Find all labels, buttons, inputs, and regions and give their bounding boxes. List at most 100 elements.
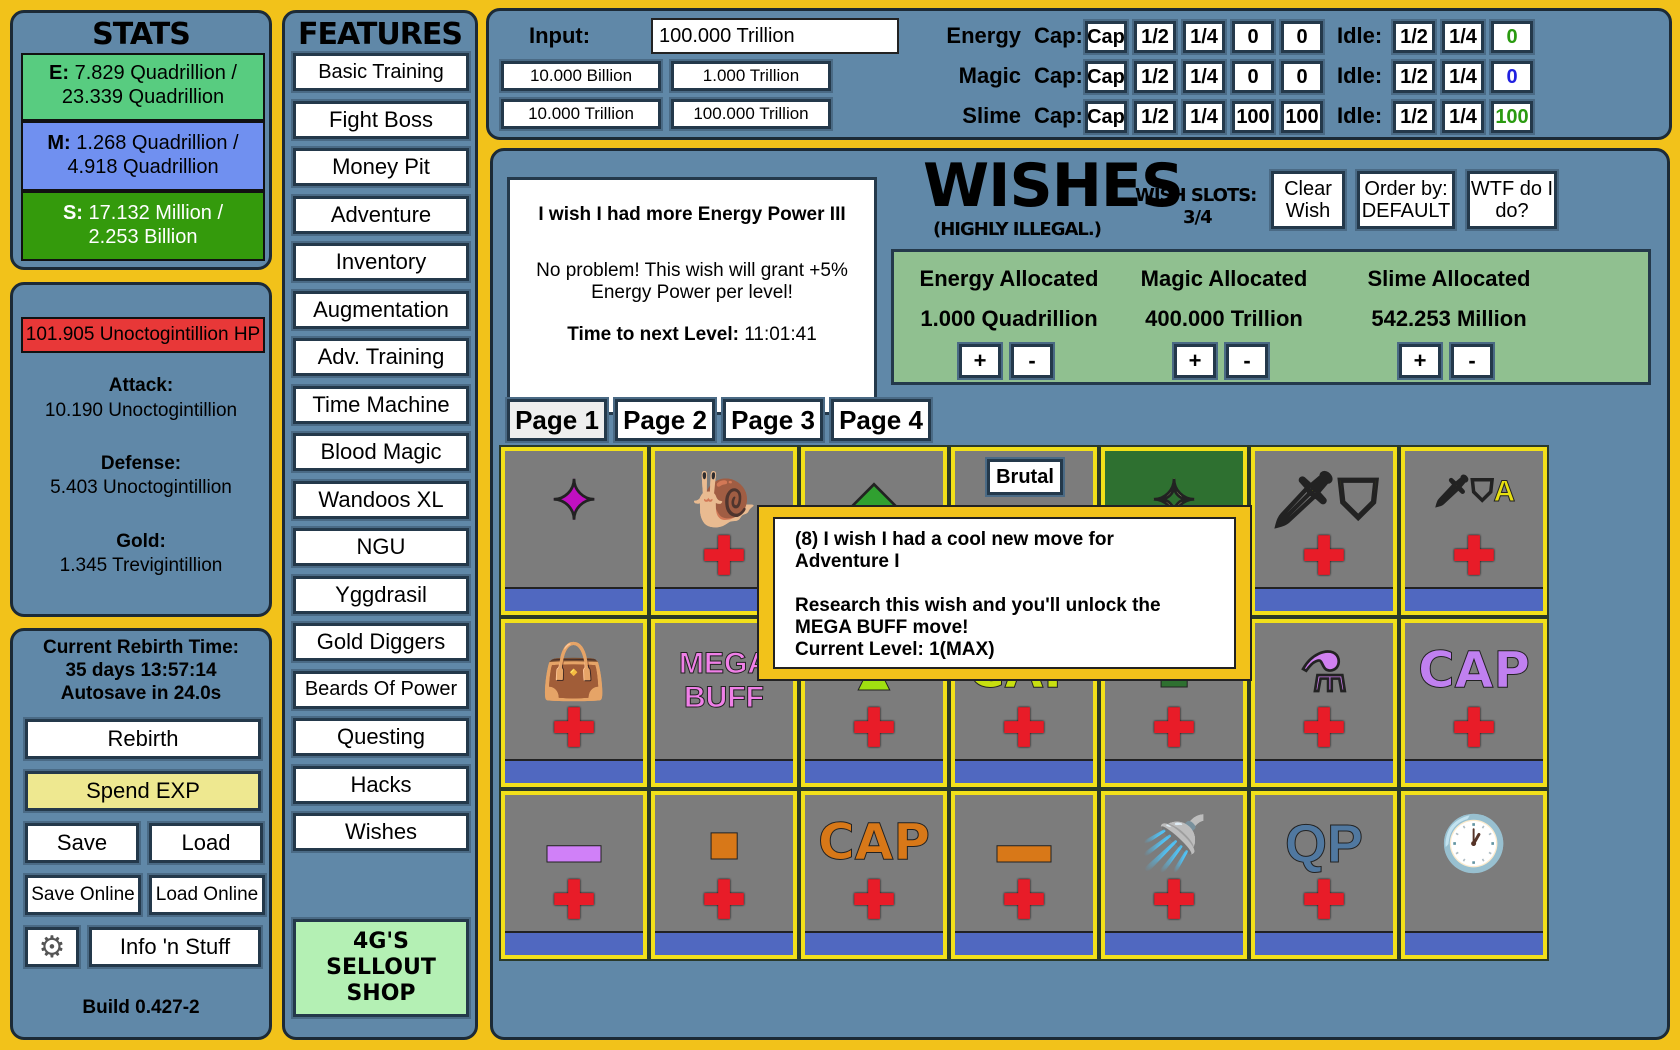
magic-cap-button[interactable]: 0 [1232,61,1274,93]
settings-button[interactable]: ⚙ [25,927,79,967]
wish-item[interactable]: ✦ [499,445,649,617]
remove-allocation-button[interactable]: - [1011,344,1053,378]
energy-idle-button[interactable]: 1/2 [1393,21,1435,53]
wish-item[interactable]: CAP✚ [799,789,949,961]
add-allocation-button[interactable]: + [959,344,1001,378]
feature-beards-of-power[interactable]: Beards Of Power [293,670,469,709]
slime-idle-button[interactable]: 1/4 [1442,101,1484,133]
allocated-value: 542.253 Million [1371,306,1527,331]
preset-button[interactable]: 10.000 Billion [501,61,661,91]
feature-yggdrasil[interactable]: Yggdrasil [293,575,469,614]
magic-wand-icon: ✦ [551,471,597,532]
wish-item[interactable]: ■✚ [649,789,799,961]
help-button[interactable]: WTF do I do? [1467,171,1557,229]
preset-button[interactable]: 1.000 Trillion [671,61,831,91]
wish-item[interactable]: 👜 ✚ [499,617,649,789]
sword-shield-icon: 🗡⛉ [1269,470,1379,531]
save-button[interactable]: Save [25,823,139,863]
feature-basic-training[interactable]: Basic Training [293,53,469,91]
energy-allocated: Energy Allocated [919,266,1099,291]
feature-money-pit[interactable]: Money Pit [293,148,469,186]
gear-icon: ⚙ [38,930,66,964]
magic-cap-button[interactable]: 1/2 [1134,61,1176,93]
wish-item[interactable]: 🗡⛉ ✚ [1249,445,1399,617]
plus-icon: ✚ [1002,872,1046,930]
page-tab-1[interactable]: Page 1 [507,399,607,441]
feature-fight-boss[interactable]: Fight Boss [293,100,469,139]
feature-blood-magic[interactable]: Blood Magic [293,433,469,471]
preset-button[interactable]: 100.000 Trillion [671,99,831,129]
magic-idle-button[interactable]: 1/2 [1393,61,1435,93]
wish-item[interactable]: ▬ ✚ [499,789,649,961]
wish-item[interactable]: ▬ ✚ [949,789,1099,961]
page-tab-4[interactable]: Page 4 [831,399,931,441]
wish-item[interactable]: QP ✚ [1249,789,1399,961]
stats-title: STATS [92,17,191,52]
sellout-shop-button[interactable]: 4G'S SELLOUT SHOP [293,919,469,1017]
magic-idle-button[interactable]: 1/4 [1442,61,1484,93]
slime-cap-button[interactable]: 100 [1281,101,1323,133]
plus-icon: ✚ [702,872,746,930]
plus-icon: ✚ [552,700,596,758]
energy-idle-button[interactable]: 1/4 [1442,21,1484,53]
load-online-button[interactable]: Load Online [149,875,265,915]
feature-augmentation[interactable]: Augmentation [293,290,469,329]
magic-idle-button[interactable]: 0 [1491,61,1533,93]
page-tab-3[interactable]: Page 3 [723,399,823,441]
save-online-button[interactable]: Save Online [25,875,141,915]
wish-progress-bar [505,931,643,955]
feature-wandoos-xl[interactable]: Wandoos XL [293,480,469,519]
plus-icon: ✚ [1302,700,1346,758]
preset-button[interactable]: 10.000 Trillion [501,99,661,129]
wish-item[interactable]: 🗡⛉A ✚ [1399,445,1549,617]
input-field[interactable] [651,18,899,54]
load-button[interactable]: Load [149,823,263,863]
slime-idle-button[interactable]: 100 [1491,101,1533,133]
energy-cap-button[interactable]: 1/2 [1134,21,1176,53]
energy-cap-button[interactable]: 0 [1281,21,1323,53]
magic-cap-button[interactable]: Cap [1085,61,1127,93]
slime-cap-button[interactable]: 1/4 [1183,101,1225,133]
remove-allocation-button[interactable]: - [1451,344,1493,378]
slime-idle-button[interactable]: 1/2 [1393,101,1435,133]
energy-cap-button[interactable]: 0 [1232,21,1274,53]
wish-tooltip: (8) I wish I had a cool new move for Adv… [757,505,1252,681]
add-allocation-button[interactable]: + [1399,344,1441,378]
feature-hacks[interactable]: Hacks [293,765,469,804]
cap-label: Cap: [1034,103,1083,128]
add-allocation-button[interactable]: + [1174,344,1216,378]
info-button[interactable]: Info 'n Stuff [89,927,261,967]
slime-cap-button[interactable]: 100 [1232,101,1274,133]
feature-adventure[interactable]: Adventure [293,195,469,234]
feature-inventory[interactable]: Inventory [293,243,469,281]
slime-cap-button[interactable]: Cap [1085,101,1127,133]
energy-cap-button[interactable]: Cap [1085,21,1127,53]
rebirth-time: 35 days 13:57:14 [65,660,217,681]
order-by-button[interactable]: Order by: DEFAULT [1357,171,1455,229]
remove-allocation-button[interactable]: - [1226,344,1268,378]
feature-ngu[interactable]: NGU [293,528,469,566]
energy-cap-button[interactable]: 1/4 [1183,21,1225,53]
wish-item[interactable]: 🚿 ✚ [1099,789,1249,961]
energy-idle-button[interactable]: 0 [1491,21,1533,53]
wish-item[interactable]: ⚗ ✚ [1249,617,1399,789]
feature-wishes[interactable]: Wishes [293,813,469,851]
feature-adv-training[interactable]: Adv. Training [293,338,469,376]
input-label: Input: [529,23,591,48]
plus-icon: ✚ [852,872,896,930]
plus-icon: ✚ [702,528,746,586]
slime-cap-button[interactable]: 1/2 [1134,101,1176,133]
spend-exp-button[interactable]: Spend EXP [25,771,261,811]
magic-cap-button[interactable]: 1/4 [1183,61,1225,93]
cap-label: Cap: [1034,63,1083,88]
feature-questing[interactable]: Questing [293,718,469,756]
feature-time-machine[interactable]: Time Machine [293,385,469,424]
rebirth-button[interactable]: Rebirth [25,719,261,759]
magic-cap-button[interactable]: 0 [1281,61,1323,93]
clear-wish-button[interactable]: Clear Wish [1271,171,1345,229]
page-tab-2[interactable]: Page 2 [615,399,715,441]
wish-progress-bar [805,931,943,955]
wish-item[interactable]: CAP✚ [1399,617,1549,789]
wish-item[interactable]: 🕐 [1399,789,1549,961]
feature-gold-diggers[interactable]: Gold Diggers [293,623,469,661]
